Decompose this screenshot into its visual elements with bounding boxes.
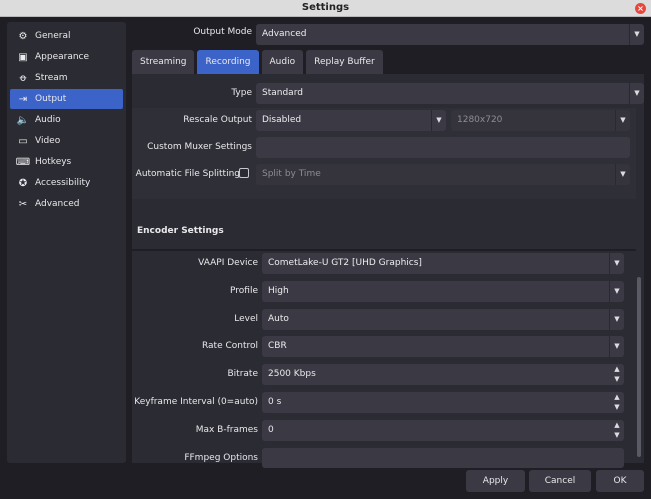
chevron-down-icon: ▼ xyxy=(431,110,446,131)
rate-control-select[interactable]: CBR ▼ xyxy=(262,336,624,357)
profile-select[interactable]: High ▼ xyxy=(262,281,624,302)
split-mode-select: Split by Time ▼ xyxy=(256,164,630,185)
sidebar-item-label: Video xyxy=(35,136,61,146)
monitor-icon: ▭ xyxy=(18,135,28,147)
type-label: Type xyxy=(231,88,252,98)
close-icon[interactable]: × xyxy=(635,3,646,14)
chevron-down-icon: ▼ xyxy=(629,83,644,104)
sidebar-item-appearance[interactable]: ▣ Appearance xyxy=(10,47,123,67)
output-mode-label: Output Mode xyxy=(193,27,252,37)
sidebar-item-stream[interactable]: ꝋ Stream xyxy=(10,68,123,88)
ffmpeg-options-input[interactable] xyxy=(262,448,624,468)
sidebar-item-label: Stream xyxy=(35,73,68,83)
ok-button[interactable]: OK xyxy=(596,470,644,492)
sidebar-item-general[interactable]: ⚙ General xyxy=(10,26,123,46)
keyframe-interval-spinbox[interactable]: 0 s ▲ ▼ xyxy=(262,392,624,413)
accessibility-icon: ✪ xyxy=(18,177,28,189)
max-bframes-label: Max B-frames xyxy=(195,425,258,435)
sidebar-item-label: Accessibility xyxy=(35,178,91,188)
output-mode-select[interactable]: Advanced ▼ xyxy=(256,24,644,45)
sidebar-item-audio[interactable]: 🔈 Audio xyxy=(10,110,123,130)
tab-audio[interactable]: Audio xyxy=(261,50,304,74)
rescale-resolution-value: 1280x720 xyxy=(457,115,503,125)
title-bar: Settings × xyxy=(0,0,651,17)
apply-button[interactable]: Apply xyxy=(466,470,525,492)
max-bframes-spinbox[interactable]: 0 ▲ ▼ xyxy=(262,420,624,441)
chevron-down-icon: ▼ xyxy=(629,24,644,45)
cancel-button[interactable]: Cancel xyxy=(529,470,591,492)
spin-arrows-icon[interactable]: ▲ ▼ xyxy=(610,420,624,441)
rescale-output-value: Disabled xyxy=(262,115,302,125)
chevron-down-icon: ▼ xyxy=(609,336,624,357)
sidebar-item-label: General xyxy=(35,31,71,41)
auto-file-splitting-label: Automatic File Splitting xyxy=(135,169,240,179)
encoder-settings-heading: Encoder Settings xyxy=(137,226,224,236)
encoder-settings-group: VAAPI Device CometLake-U GT2 [UHD Graphi… xyxy=(132,252,636,468)
settings-sidebar: ⚙ General ▣ Appearance ꝋ Stream ⇥ Output… xyxy=(7,22,126,463)
recording-type-value: Standard xyxy=(262,88,303,98)
encoder-scrollbar[interactable] xyxy=(637,277,641,457)
tab-replay-buffer[interactable]: Replay Buffer xyxy=(306,50,383,74)
profile-value: High xyxy=(268,286,289,296)
recording-type-select[interactable]: Standard ▼ xyxy=(256,83,644,104)
keyboard-icon: ⌨ xyxy=(15,156,31,168)
vaapi-device-label: VAAPI Device xyxy=(198,258,258,268)
vaapi-device-select[interactable]: CometLake-U GT2 [UHD Graphics] ▼ xyxy=(262,253,624,274)
tools-icon: ✂ xyxy=(18,198,28,210)
spin-arrows-icon[interactable]: ▲ ▼ xyxy=(610,392,624,413)
output-icon: ⇥ xyxy=(18,93,28,105)
encoder-divider xyxy=(132,249,636,251)
level-label: Level xyxy=(234,314,258,324)
sidebar-item-label: Output xyxy=(35,94,67,104)
rescale-resolution-select: 1280x720 ▼ xyxy=(451,110,630,131)
antenna-icon: ꝋ xyxy=(19,72,27,84)
split-mode-value: Split by Time xyxy=(262,169,321,179)
recording-panel: Type Standard ▼ Rescale Output Disabled … xyxy=(132,74,644,468)
sidebar-item-output[interactable]: ⇥ Output xyxy=(10,89,123,109)
sidebar-item-label: Appearance xyxy=(35,52,90,62)
bitrate-value: 2500 Kbps xyxy=(268,369,316,379)
tab-streaming[interactable]: Streaming xyxy=(132,50,195,74)
rescale-output-label: Rescale Output xyxy=(183,115,252,125)
chevron-down-icon: ▼ xyxy=(615,110,630,131)
output-settings-main: Output Mode Advanced ▼ Streaming Recordi… xyxy=(132,22,644,468)
rate-control-value: CBR xyxy=(268,341,287,351)
custom-muxer-label: Custom Muxer Settings xyxy=(147,142,252,152)
tab-recording[interactable]: Recording xyxy=(197,50,259,74)
level-select[interactable]: Auto ▼ xyxy=(262,309,624,330)
gear-icon: ⚙ xyxy=(18,30,28,42)
chevron-down-icon: ▼ xyxy=(609,253,624,274)
sidebar-item-label: Audio xyxy=(35,115,61,125)
level-value: Auto xyxy=(268,314,289,324)
appearance-icon: ▣ xyxy=(18,51,28,63)
max-bframes-value: 0 xyxy=(268,425,274,435)
sidebar-item-video[interactable]: ▭ Video xyxy=(10,131,123,151)
output-tabs: Streaming Recording Audio Replay Buffer xyxy=(132,50,386,74)
standard-recording-settings: Rescale Output Disabled ▼ 1280x720 ▼ Cus… xyxy=(132,108,636,199)
auto-file-splitting-checkbox[interactable] xyxy=(239,168,249,178)
custom-muxer-input[interactable] xyxy=(256,137,630,158)
sidebar-item-accessibility[interactable]: ✪ Accessibility xyxy=(10,173,123,193)
keyframe-interval-label: Keyframe Interval (0=auto) xyxy=(134,397,258,407)
chevron-down-icon: ▼ xyxy=(609,309,624,330)
sidebar-item-label: Advanced xyxy=(35,199,80,209)
vaapi-device-value: CometLake-U GT2 [UHD Graphics] xyxy=(268,258,422,268)
bitrate-label: Bitrate xyxy=(227,369,259,379)
ffmpeg-options-label: FFmpeg Options xyxy=(184,453,258,463)
rate-control-label: Rate Control xyxy=(201,341,258,351)
chevron-down-icon: ▼ xyxy=(615,164,630,185)
spin-arrows-icon[interactable]: ▲ ▼ xyxy=(610,364,624,385)
speaker-icon: 🔈 xyxy=(16,114,30,126)
window-title: Settings xyxy=(301,2,350,13)
sidebar-item-label: Hotkeys xyxy=(35,157,72,167)
keyframe-interval-value: 0 s xyxy=(268,397,282,407)
chevron-down-icon: ▼ xyxy=(609,281,624,302)
sidebar-item-hotkeys[interactable]: ⌨ Hotkeys xyxy=(10,152,123,172)
bitrate-spinbox[interactable]: 2500 Kbps ▲ ▼ xyxy=(262,364,624,385)
sidebar-item-advanced[interactable]: ✂ Advanced xyxy=(10,194,123,214)
output-mode-value: Advanced xyxy=(262,29,307,39)
profile-label: Profile xyxy=(230,286,258,296)
rescale-output-select[interactable]: Disabled ▼ xyxy=(256,110,446,131)
